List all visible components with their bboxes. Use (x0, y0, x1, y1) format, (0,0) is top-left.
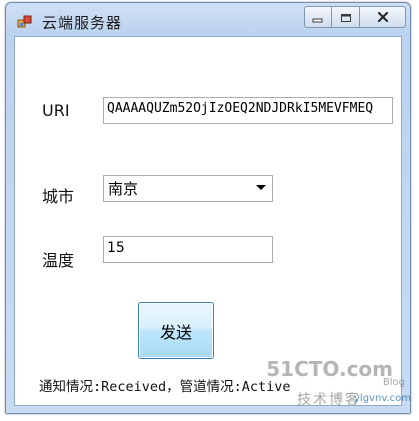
temperature-label: 温度 (42, 251, 75, 270)
uri-label: URI (42, 101, 70, 120)
uri-input[interactable]: QAAAAQUZm52OjIzOEQ2NDJDRkI5MEVFMEQ (103, 97, 393, 124)
app-window-icon (17, 14, 33, 30)
send-button-label: 发送 (159, 322, 192, 342)
app-window: 云端服务器 URI QAAAAQUZm52OjIzOEQ2NDJDRkI5MEV… (5, 2, 411, 414)
city-select-value: 南京 (108, 180, 139, 198)
status-text: 通知情况:Received，管道情况:Active (39, 379, 291, 395)
window-title: 云端服务器 (42, 14, 123, 32)
minimize-button[interactable] (304, 6, 332, 28)
close-icon (377, 8, 389, 27)
temperature-input[interactable]: 15 (103, 236, 273, 263)
maximize-button[interactable] (332, 6, 360, 28)
close-button[interactable] (360, 6, 406, 28)
caption-buttons (304, 6, 406, 28)
maximize-icon (340, 8, 352, 27)
chevron-down-icon[interactable] (256, 185, 266, 190)
city-select[interactable]: 南京 (103, 175, 273, 202)
send-button[interactable]: 发送 (138, 302, 214, 359)
city-label: 城市 (42, 187, 75, 206)
client-area: URI QAAAAQUZm52OjIzOEQ2NDJDRkI5MEVFMEQ 城… (14, 36, 402, 406)
minimize-icon (312, 8, 324, 27)
page: 云端服务器 URI QAAAAQUZm52OjIzOEQ2NDJDRkI5MEV… (0, 0, 419, 421)
title-bar[interactable]: 云端服务器 (6, 3, 410, 39)
